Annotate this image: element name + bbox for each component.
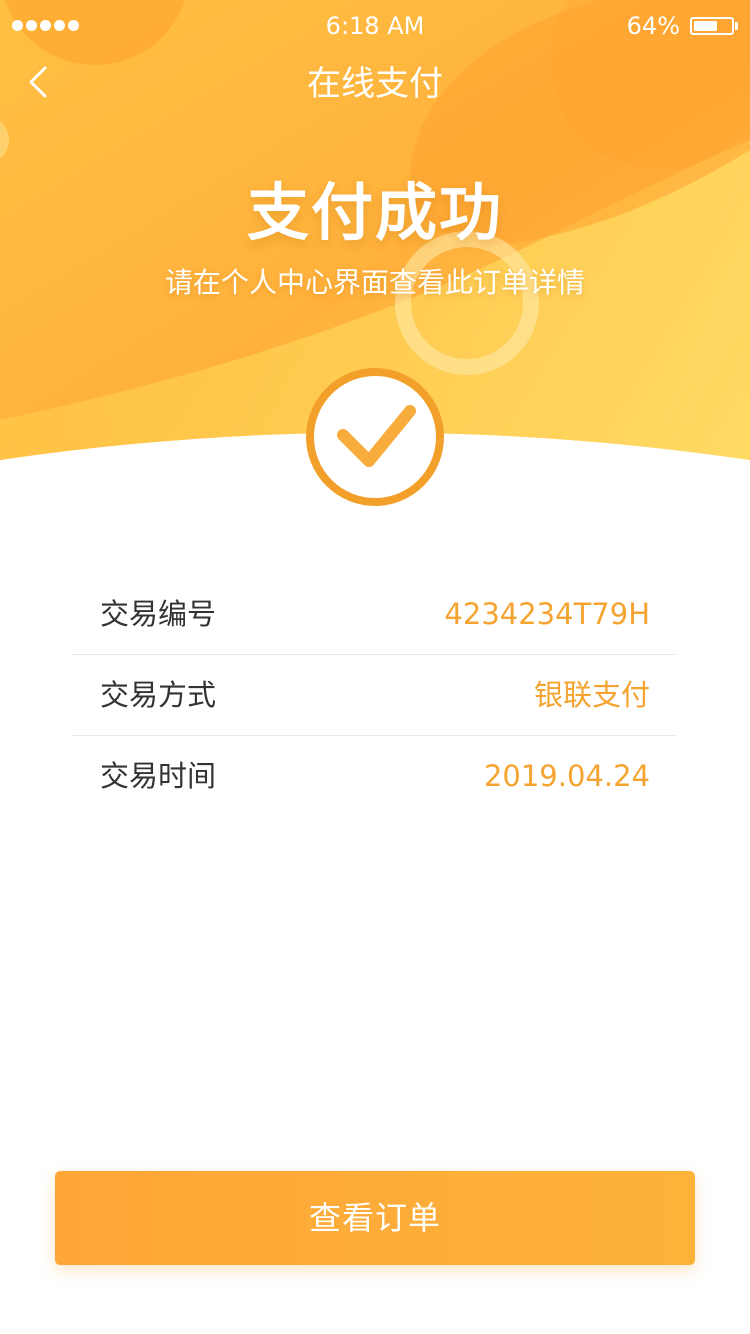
success-badge (305, 367, 445, 507)
battery-percent: 64% (626, 12, 680, 40)
payment-success-screen: 6:18 AM 64% 在线支付 支付成功 请在个人中心界面查看此订单详情 交易… (0, 0, 750, 1334)
detail-label: 交易方式 (100, 678, 217, 712)
nav-title: 在线支付 (307, 64, 443, 104)
payment-success-title: 支付成功 (246, 176, 503, 249)
payment-method-value: 银联支付 (533, 678, 650, 712)
detail-label: 交易时间 (100, 759, 217, 793)
view-order-button[interactable]: 查看订单 (55, 1171, 695, 1265)
transaction-number-value: 4234234T79H (444, 597, 650, 631)
battery-cap (735, 22, 738, 30)
checkmark-icon (306, 368, 444, 506)
battery-level-fill (694, 21, 718, 31)
transaction-details: 交易编号 4234234T79H 交易方式 银联支付 交易时间 2019.04.… (72, 574, 676, 816)
detail-row-transaction-number: 交易编号 4234234T79H (72, 574, 676, 655)
transaction-time-value: 2019.04.24 (483, 759, 650, 793)
detail-row-payment-method: 交易方式 银联支付 (72, 655, 676, 736)
order-hint-subtitle: 请在个人中心界面查看此订单详情 (164, 266, 585, 299)
status-bar: 6:18 AM 64% (0, 0, 750, 54)
battery-icon (690, 17, 734, 35)
detail-label: 交易编号 (100, 597, 217, 631)
detail-row-transaction-time: 交易时间 2019.04.24 (72, 736, 676, 816)
